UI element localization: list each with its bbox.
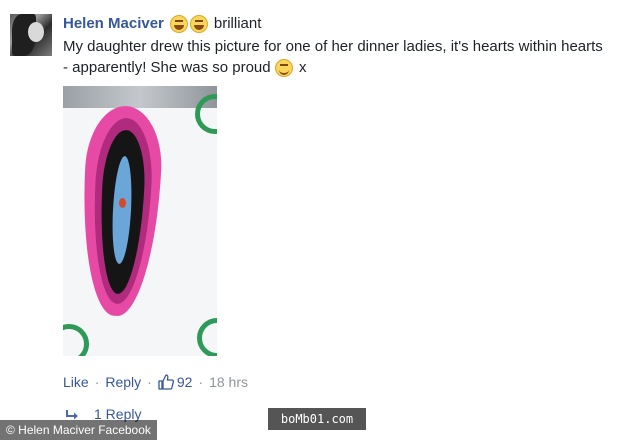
- laughing-emoji-icon: [189, 15, 208, 33]
- comment-suffix: brilliant: [213, 15, 262, 32]
- comment-body: Helen Maciver brilliant My daughter drew…: [63, 14, 623, 78]
- drawing-center-dot: [119, 198, 126, 208]
- comment-body-end: x: [298, 59, 307, 76]
- avatar-face: [28, 22, 44, 42]
- reply-link[interactable]: Reply: [105, 372, 141, 392]
- reply-arrow-icon: [66, 410, 78, 420]
- thumbs-up-icon[interactable]: [158, 374, 174, 390]
- smiling-emoji-icon: [274, 59, 293, 78]
- separator-dot: ·: [198, 374, 204, 390]
- comment-body-text: My daughter drew this picture for one of…: [63, 38, 603, 76]
- likes-count[interactable]: 92: [177, 372, 193, 392]
- photo-background: [63, 86, 217, 108]
- comment-header: Helen Maciver brilliant: [63, 14, 623, 34]
- comment-actions: Like · Reply · 92 · 18 hrs: [63, 372, 248, 392]
- like-link[interactable]: Like: [63, 372, 89, 392]
- separator-dot: ·: [94, 374, 100, 390]
- site-watermark: boMb01.com: [268, 408, 366, 430]
- separator-dot: ·: [147, 374, 152, 390]
- image-credit: © Helen Maciver Facebook: [0, 420, 157, 440]
- comment-text: My daughter drew this picture for one of…: [63, 36, 603, 78]
- author-name[interactable]: Helen Maciver: [63, 14, 164, 34]
- author-avatar[interactable]: [10, 14, 52, 56]
- laughing-emoji-icon: [169, 15, 188, 33]
- attached-photo[interactable]: [63, 86, 217, 356]
- comment-timestamp[interactable]: 18 hrs: [209, 372, 248, 392]
